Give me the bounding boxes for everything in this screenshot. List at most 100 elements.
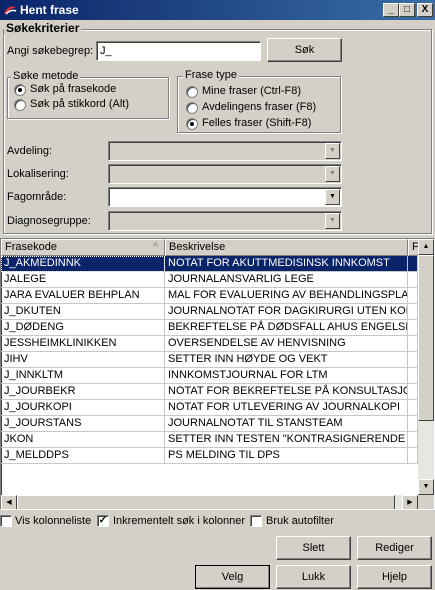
search-button[interactable]: Søk (267, 38, 342, 62)
app-icon (4, 6, 17, 15)
table-row[interactable]: J_INNKLTM INNKOMSTJOURNAL FOR LTM (1, 368, 418, 384)
cell-code[interactable]: J_DKUTEN (1, 304, 165, 320)
cell-description[interactable]: JOURNALNOTAT FOR DAGKIRURGI UTEN KOD (165, 304, 408, 320)
close-dialog-button[interactable]: Lukk (276, 565, 351, 589)
chevron-down-icon[interactable]: ▼ (325, 189, 340, 205)
table-row[interactable]: JESSHEIMKLINIKKEN OVERSENDELSE AV HENVISN… (1, 336, 418, 352)
delete-button[interactable]: Slett (276, 536, 351, 560)
cell-code[interactable]: J_JOURBEKR (1, 384, 165, 400)
cell-description[interactable]: JOURNALNOTAT TIL STANSTEAM (165, 416, 408, 432)
cell-description[interactable]: JOURNALANSVARLIG LEGE (165, 272, 408, 288)
minimize-button[interactable]: _ (383, 3, 399, 17)
table-row[interactable]: JALEGE JOURNALANSVARLIG LEGE (1, 272, 418, 288)
choose-button[interactable]: Velg (195, 565, 270, 589)
column-header-description[interactable]: Beskrivelse (165, 239, 408, 256)
cell-fa[interactable] (408, 448, 418, 464)
table-row[interactable]: J_DØDENG BEKREFTELSE PÅ DØDSFALL AHUS ENG… (1, 320, 418, 336)
scroll-left-button[interactable]: ◀ (1, 495, 17, 509)
maximize-button[interactable]: □ (399, 3, 415, 17)
cell-code[interactable]: JARA EVALUER BEHPLAN (1, 288, 165, 304)
table-row[interactable]: JKON SETTER INN TESTEN "KONTRASIGNERENDE (1, 432, 418, 448)
scroll-corner (418, 495, 434, 509)
cell-code[interactable]: JKON (1, 432, 165, 448)
radio-common-phrases[interactable] (186, 118, 198, 130)
scroll-right-button[interactable]: ▶ (402, 495, 418, 509)
radio-dept-phrases-label[interactable]: Avdelingens fraser (F8) (202, 101, 316, 113)
checkbox-autofilter-label[interactable]: Bruk autofilter (266, 515, 334, 527)
title-bar[interactable]: Hent frase _ □ X (0, 0, 435, 20)
location-label: Lokalisering: (7, 168, 69, 180)
cell-code[interactable]: J_MELDDPS (1, 448, 165, 464)
radio-my-phrases-label[interactable]: Mine fraser (Ctrl-F8) (202, 85, 301, 97)
criteria-group-label: Søkekriterier (4, 21, 82, 35)
cell-fa[interactable] (408, 304, 418, 320)
radio-search-code-label[interactable]: Søk på frasekode (30, 83, 116, 95)
subject-area-combo[interactable]: ▼ (108, 187, 342, 207)
cell-fa[interactable] (408, 384, 418, 400)
cell-description[interactable]: OVERSENDELSE AV HENVISNING (165, 336, 408, 352)
cell-code[interactable]: J_JOURKOPI (1, 400, 165, 416)
cell-description[interactable]: NOTAT FOR UTLEVERING AV JOURNALKOPI (165, 400, 408, 416)
table-row[interactable]: J_AKMEDINNK NOTAT FOR AKUTTMEDISINSK INNK… (1, 256, 418, 272)
radio-search-keyword[interactable] (14, 99, 26, 111)
cell-description[interactable]: NOTAT FOR AKUTTMEDISINSK INNKOMST (165, 256, 408, 272)
cell-fa[interactable] (408, 288, 418, 304)
search-label: Angi søkebegrep: (7, 45, 94, 57)
help-button[interactable]: Hjelp (357, 565, 432, 589)
checkbox-incremental-search-label[interactable]: Inkrementelt søk i kolonner (113, 515, 245, 527)
cell-fa[interactable] (408, 256, 418, 272)
cell-description[interactable]: BEKREFTELSE PÅ DØDSFALL AHUS ENGELSK (165, 320, 408, 336)
cell-fa[interactable] (408, 400, 418, 416)
vertical-scroll-thumb[interactable] (418, 255, 434, 421)
scroll-down-button[interactable]: ▼ (418, 479, 434, 495)
table-row[interactable]: J_DKUTEN JOURNALNOTAT FOR DAGKIRURGI UTEN… (1, 304, 418, 320)
radio-dept-phrases[interactable] (186, 102, 198, 114)
table-row[interactable]: J_JOURSTANS JOURNALNOTAT TIL STANSTEAM (1, 416, 418, 432)
radio-my-phrases[interactable] (186, 86, 198, 98)
cell-fa[interactable] (408, 336, 418, 352)
cell-fa[interactable] (408, 368, 418, 384)
scroll-up-button[interactable]: ▲ (418, 239, 434, 255)
cell-fa[interactable] (408, 320, 418, 336)
search-input-value: J_ (100, 45, 112, 57)
cell-description[interactable]: NOTAT FOR BEKREFTELSE PÅ KONSULTASJO (165, 384, 408, 400)
table-row[interactable]: J_MELDDPS PS MELDING TIL DPS (1, 448, 418, 464)
radio-search-keyword-label[interactable]: Søk på stikkord (Alt) (30, 98, 129, 110)
cell-code[interactable]: J_AKMEDINNK (1, 256, 165, 272)
cell-code[interactable]: J_JOURSTANS (1, 416, 165, 432)
horizontal-scroll-thumb[interactable] (17, 495, 395, 509)
close-button[interactable]: X (417, 3, 433, 17)
cell-description[interactable]: SETTER INN TESTEN "KONTRASIGNERENDE (165, 432, 408, 448)
cell-code[interactable]: J_DØDENG (1, 320, 165, 336)
cell-code[interactable]: J_INNKLTM (1, 368, 165, 384)
radio-search-code[interactable] (14, 84, 26, 96)
cell-code[interactable]: JESSHEIMKLINIKKEN (1, 336, 165, 352)
table-row[interactable]: J_JOURKOPI NOTAT FOR UTLEVERING AV JOURNA… (1, 400, 418, 416)
checkbox-show-column-list[interactable] (0, 515, 12, 527)
radio-common-phrases-label[interactable]: Felles fraser (Shift-F8) (202, 117, 311, 129)
cell-fa[interactable] (408, 416, 418, 432)
chevron-down-icon: ▼ (325, 166, 340, 182)
cell-description[interactable]: INNKOMSTJOURNAL FOR LTM (165, 368, 408, 384)
checkbox-autofilter[interactable] (250, 515, 262, 527)
edit-button[interactable]: Rediger (357, 536, 432, 560)
checkbox-show-column-list-label[interactable]: Vis kolonneliste (15, 515, 91, 527)
cell-code[interactable]: JIHV (1, 352, 165, 368)
cell-fa[interactable] (408, 432, 418, 448)
checkbox-incremental-search[interactable]: ✓ (97, 515, 109, 527)
table-row[interactable]: JARA EVALUER BEHPLAN MAL FOR EVALUERING A… (1, 288, 418, 304)
table-row[interactable]: JIHV SETTER INN HØYDE OG VEKT (1, 352, 418, 368)
column-header-code[interactable]: Frasekode ^ (1, 239, 165, 256)
cell-code[interactable]: JALEGE (1, 272, 165, 288)
cell-description[interactable]: MAL FOR EVALUERING AV BEHANDLINGSPLAN (165, 288, 408, 304)
search-input[interactable]: J_ (96, 41, 261, 61)
phrase-grid[interactable]: Frasekode ^ Beskrivelse Fa J_AKMEDINNKNO… (0, 238, 435, 510)
window-title: Hent frase (20, 3, 79, 17)
cell-fa[interactable] (408, 352, 418, 368)
location-combo: ▼ (108, 164, 342, 184)
diagnosis-group-label: Diagnosegruppe: (7, 215, 91, 227)
cell-description[interactable]: SETTER INN HØYDE OG VEKT (165, 352, 408, 368)
cell-fa[interactable] (408, 272, 418, 288)
table-row[interactable]: J_JOURBEKR NOTAT FOR BEKREFTELSE PÅ KONSU… (1, 384, 418, 400)
cell-description[interactable]: PS MELDING TIL DPS (165, 448, 408, 464)
